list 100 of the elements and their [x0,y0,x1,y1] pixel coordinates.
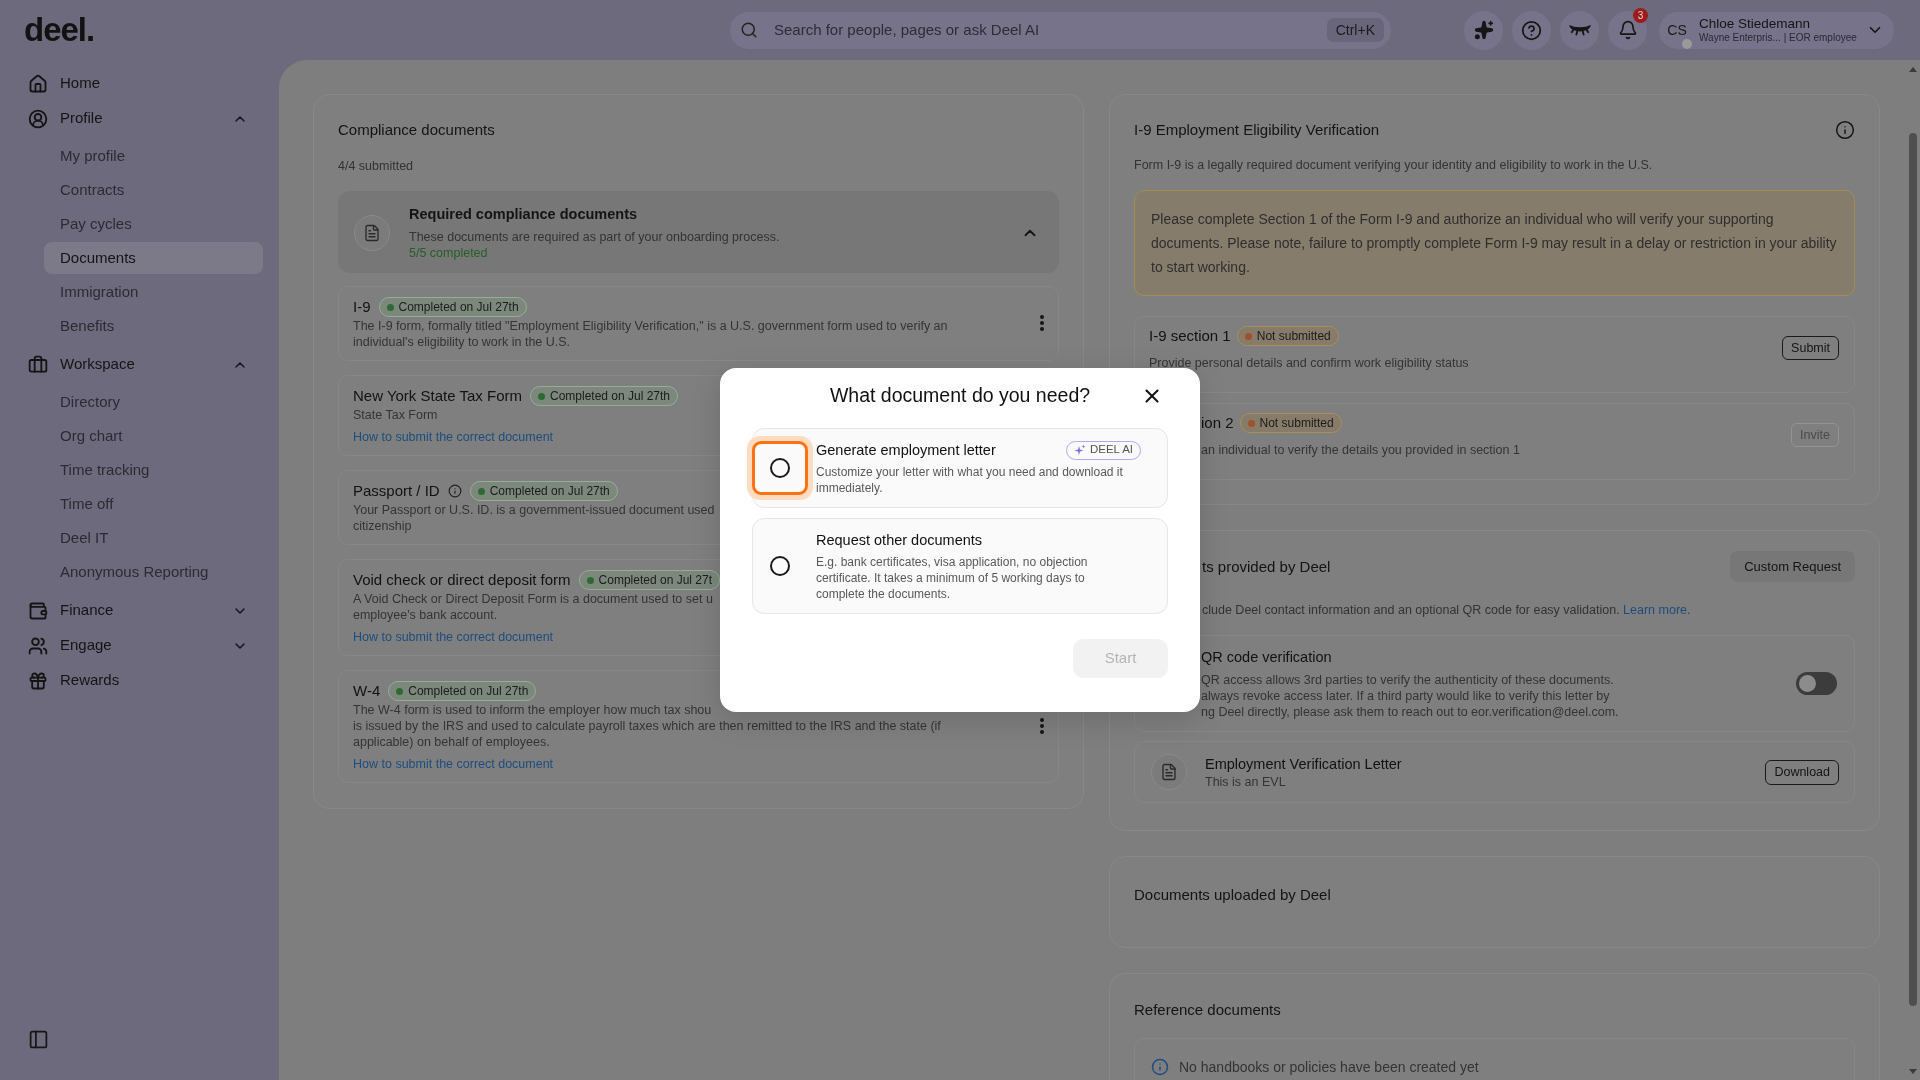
sidebar-subitem[interactable]: Time off [44,488,263,520]
info-icon[interactable] [447,484,462,498]
document-title: W-4 [353,680,381,701]
sidebar-item[interactable]: Home [16,66,263,101]
document-description: Your Passport or U.S. ID. is a government-issued document used [353,502,715,518]
empty-message: No handbooks or policies have been created yet [1179,1058,1479,1077]
group-title: Required compliance documents [409,205,639,224]
scroll-down-arrow-icon[interactable] [1908,1069,1917,1074]
sparkle-icon [1473,20,1494,40]
option-title: Request other documents [816,531,983,550]
search-input[interactable]: Search for people, pages or ask Deel AI [774,18,1327,42]
sidebar-subitem[interactable]: Contracts [44,174,263,206]
document-icon [1151,754,1187,790]
toggle-switch[interactable] [1796,671,1837,695]
info-icon [1151,1058,1169,1076]
badge-text: DEEL AI [1089,442,1133,458]
card-title: I-9 Employment Eligibility Verification [1134,120,1380,140]
sidebar-item[interactable]: Rewards [16,663,263,698]
sidebar-subitem[interactable]: Time tracking [44,454,263,486]
document-description: A Void Check or Direct Deposit Form is a document used to set u [353,591,713,607]
sidebar-item[interactable]: Finance [16,593,263,628]
sidebar-subitem[interactable]: Pay cycles [44,208,263,240]
status-text: Completed on Jul 27th [489,484,610,498]
document-description: is issued by the IRS and used to calculate payroll taxes which are then remitted to the IRS and the state (if [353,718,941,734]
group-progress: 5/5 completed [409,245,489,261]
card-title: Reference documents [1134,1000,1282,1020]
avatar-initials: CS [1667,20,1687,40]
sidebar-subitem[interactable]: Anonymous Reporting [44,556,263,588]
eye-button[interactable] [1560,10,1599,50]
help-button[interactable] [1512,10,1551,50]
notifications-button[interactable]: 3 [1608,10,1647,50]
sidebar-item[interactable]: Engage [16,628,263,663]
document-title: New York State Tax Form [353,385,522,406]
deel-logo[interactable]: deel. [24,10,95,48]
people-icon [28,635,48,656]
wallet-icon [28,600,48,621]
help-link[interactable]: How to submit the correct document [353,429,554,445]
section-action-button[interactable]: Submit [1782,336,1839,360]
download-button[interactable]: Download [1765,759,1839,785]
sidebar-subitem[interactable]: Org chart [44,420,263,452]
card-title: Compliance documents [338,120,496,140]
scroll-up-arrow-icon[interactable] [1908,67,1917,72]
learn-more-link[interactable]: Learn more. [1623,603,1691,617]
sidebar-subitem[interactable]: Documents [44,242,263,274]
letter-title: Employment Verification Letter [1205,755,1402,774]
sidebar-subitem[interactable]: Directory [44,386,263,418]
ai-assistant-button[interactable] [1464,10,1503,50]
help-link[interactable]: How to submit the correct document [353,629,554,645]
document-description: The W-4 form is used to inform the employer how much tax shou [353,702,712,718]
user-name: Chloe Stiedemann [1699,16,1812,31]
qr-description: always revoke access later. If a third party would like to verify this letter by [1201,688,1610,704]
account-menu[interactable]: CS Chloe Stiedemann Wayne Enterpris... | EOR employee [1659,11,1894,49]
document-description: employee's bank account. [353,607,498,623]
document-title: Passport / ID [353,480,440,501]
sidebar-item[interactable]: Profile [16,101,263,136]
group-description: These documents are required as part of your onboarding process. [409,229,781,245]
more-options-icon[interactable] [1040,718,1044,734]
briefcase-icon [28,354,48,375]
custom-request-button[interactable]: Custom Request [1730,551,1855,582]
search-bar[interactable]: Search for people, pages or ask Deel AI Ctrl+K [730,11,1391,49]
card-description: Form I-9 is a legally required document verifying your identity and eligibility to work in the U.S. [1134,157,1654,173]
sidebar-subitem[interactable]: Immigration [44,276,263,308]
document-title: Void check or direct deposit form [353,569,571,590]
search-icon [740,21,758,39]
notice-banner: Please complete Section 1 of the Form I-9 and authorize an individual who will verify your supporting documents. Please note, failure to promptly complete Form I-9 may result in a delay or restriction in your ability to start working. [1134,190,1855,296]
sidebar-subitem[interactable]: Deel IT [44,522,263,554]
submitted-count: 4/4 submitted [338,158,415,174]
option-description: E.g. bank certificates, visa application, no objection certificate. It takes a minimum of 5 working days to complete the documents. [816,554,1089,602]
sidebar-toggle-icon[interactable] [28,1029,49,1050]
sidebar-subitem[interactable]: My profile [44,140,263,172]
home-icon [28,73,48,94]
section-title: I-9 section 1 [1149,325,1231,346]
notification-count: 3 [1633,7,1648,23]
sidebar-subitem[interactable]: Benefits [44,310,263,342]
qr-title: QR code verification [1201,648,1333,667]
status-text: Completed on Jul 27th [398,300,519,314]
info-icon[interactable] [1835,120,1855,140]
qr-description: ng Deel directly, please ask them to reach out to eor.verification@deel.com. [1201,704,1619,720]
document-description: The I-9 form, formally titled "Employment Eligibility Verification," is a U.S. government form used to verify an individual's eligibility to work in the U.S. [353,318,948,350]
status-text: Completed on Jul 27th [408,684,529,698]
document-description: applicable) on behalf of employees. [353,734,550,750]
card-title: Documents uploaded by Deel [1134,886,1331,903]
option-title: Generate employment letter [816,441,996,460]
user-company: Wayne Enterpris... | EOR employee [1699,31,1858,44]
status-text: Not submitted [1256,329,1331,343]
document-option[interactable]: Request other documents E.g. bank certificates, visa application, no objection certificate. It takes a minimum of 5 working days to complete the documents. [752,518,1168,614]
help-link[interactable]: How to submit the correct document [353,756,554,772]
option-description: Customize your letter with what you need and download it immediately. [816,464,1124,496]
closed-eye-icon [1568,24,1591,36]
letter-subtitle: This is an EVL [1205,774,1286,790]
document-title: I-9 [353,296,371,317]
shortcut-key: Ctrl+K [1326,18,1384,42]
more-options-icon[interactable] [1040,315,1044,331]
status-text: Not submitted [1259,416,1334,430]
radio-button[interactable] [747,436,813,500]
section-description: an individual to verify the details you provided in section 1 [1201,442,1520,458]
qr-description: QR access allows 3rd parties to verify the authenticity of these documents. [1201,672,1614,688]
dialog-title: What document do you need? [829,383,1091,408]
scrollbar-thumb[interactable] [1908,133,1917,1006]
sidebar-item[interactable]: Workspace [16,347,263,382]
